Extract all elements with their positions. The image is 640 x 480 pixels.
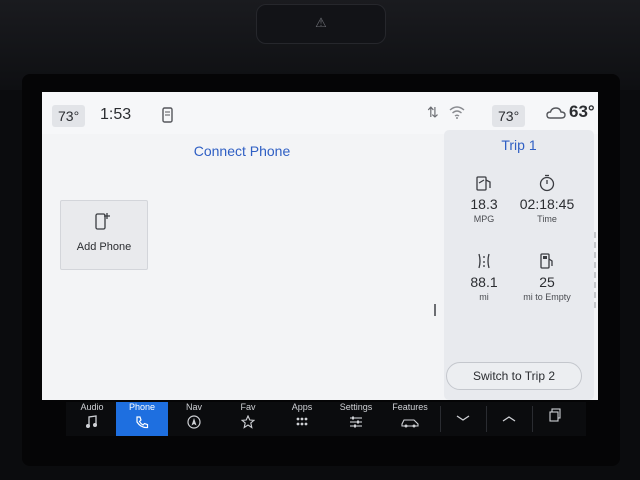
music-note-icon bbox=[86, 415, 97, 428]
settings-sliders-icon bbox=[350, 416, 362, 428]
nav-fav[interactable]: Fav bbox=[222, 402, 274, 436]
phone-handset-icon bbox=[136, 416, 149, 429]
nav-screen-button[interactable] bbox=[532, 402, 578, 436]
status-bar: 73° 1:53 ⇅ 73° 63° bbox=[42, 92, 598, 134]
nav-audio[interactable]: Audio bbox=[66, 402, 118, 436]
chevron-up-icon bbox=[502, 416, 516, 422]
data-transfer-icon: ⇅ bbox=[427, 104, 439, 120]
fuel-economy-icon bbox=[476, 176, 491, 191]
nav-phone[interactable]: Phone bbox=[116, 402, 168, 436]
driver-temp-button[interactable]: 73° bbox=[52, 105, 86, 127]
clock: 1:53 bbox=[100, 106, 132, 123]
add-phone-label: Add Phone bbox=[76, 241, 132, 253]
wifi-icon bbox=[449, 106, 465, 119]
trip-stat-label: MPG bbox=[473, 214, 495, 224]
trip-stat-label: mi to Empty bbox=[523, 292, 571, 302]
nav-collapse-button[interactable] bbox=[440, 402, 486, 436]
trip-stat-value: 02:18:45 bbox=[519, 196, 575, 212]
nav-features[interactable]: Features bbox=[384, 402, 436, 436]
phone-status-icon bbox=[162, 107, 173, 123]
bottom-nav-bar: Audio Phone Nav Fav Apps Settings Featur… bbox=[66, 402, 586, 436]
trip-stat-mpg: 18.3 MPG bbox=[449, 174, 519, 224]
hazard-button[interactable]: ⚠ bbox=[256, 4, 386, 44]
apps-grid-icon bbox=[296, 417, 308, 426]
add-phone-button[interactable]: Add Phone bbox=[60, 200, 148, 270]
passenger-temp-button[interactable]: 73° bbox=[492, 105, 526, 127]
fuel-pump-icon bbox=[540, 253, 553, 269]
nav-settings[interactable]: Settings bbox=[330, 402, 382, 436]
trip-stat-value: 88.1 bbox=[470, 274, 498, 290]
nav-apps[interactable]: Apps bbox=[276, 402, 328, 436]
trip-stat-range: 25 mi to Empty bbox=[512, 252, 582, 302]
phone-main-area: Connect Phone Add Phone bbox=[42, 134, 442, 400]
nav-label: Audio bbox=[80, 402, 104, 412]
nav-label: Phone bbox=[128, 402, 156, 412]
weather-cloudy-icon bbox=[546, 107, 566, 119]
nav-compass-icon bbox=[187, 415, 201, 429]
nav-label: Apps bbox=[291, 402, 313, 412]
outside-temperature: 63° bbox=[569, 102, 595, 121]
vehicle-features-icon bbox=[401, 419, 419, 428]
trip-stat-value: 18.3 bbox=[470, 196, 498, 212]
panel-scrollbar[interactable] bbox=[594, 232, 596, 312]
add-phone-icon bbox=[95, 213, 110, 230]
hazard-icon: ⚠ bbox=[315, 15, 327, 30]
nav-expand-button[interactable] bbox=[486, 402, 532, 436]
page-title: Connect Phone bbox=[193, 143, 291, 159]
screen-copy-icon bbox=[549, 408, 561, 422]
nav-nav[interactable]: Nav bbox=[168, 402, 220, 436]
nav-label: Fav bbox=[240, 402, 256, 412]
trip-panel: Trip 1 18.3 MPG 02:18:45 Time 88.1 mi 25… bbox=[444, 130, 594, 400]
favorite-star-icon bbox=[241, 415, 255, 429]
infotainment-display: 73° 1:53 ⇅ 73° 63° Connect Phone Add Pho… bbox=[42, 92, 598, 400]
trip-stat-distance: 88.1 mi bbox=[449, 252, 519, 302]
distance-road-icon bbox=[478, 253, 490, 269]
nav-label: Features bbox=[392, 402, 428, 412]
chevron-down-icon bbox=[456, 415, 470, 421]
stopwatch-icon bbox=[539, 174, 555, 192]
trip-stat-value: 25 bbox=[539, 274, 555, 290]
trip-stat-time: 02:18:45 Time bbox=[512, 174, 582, 224]
scroll-indicator bbox=[434, 304, 436, 316]
trip-stat-label: mi bbox=[479, 292, 489, 302]
switch-trip-button[interactable]: Switch to Trip 2 bbox=[446, 362, 582, 390]
nav-label: Settings bbox=[339, 402, 373, 412]
nav-label: Nav bbox=[185, 402, 202, 412]
trip-stat-label: Time bbox=[537, 214, 557, 224]
trip-title: Trip 1 bbox=[501, 137, 537, 153]
